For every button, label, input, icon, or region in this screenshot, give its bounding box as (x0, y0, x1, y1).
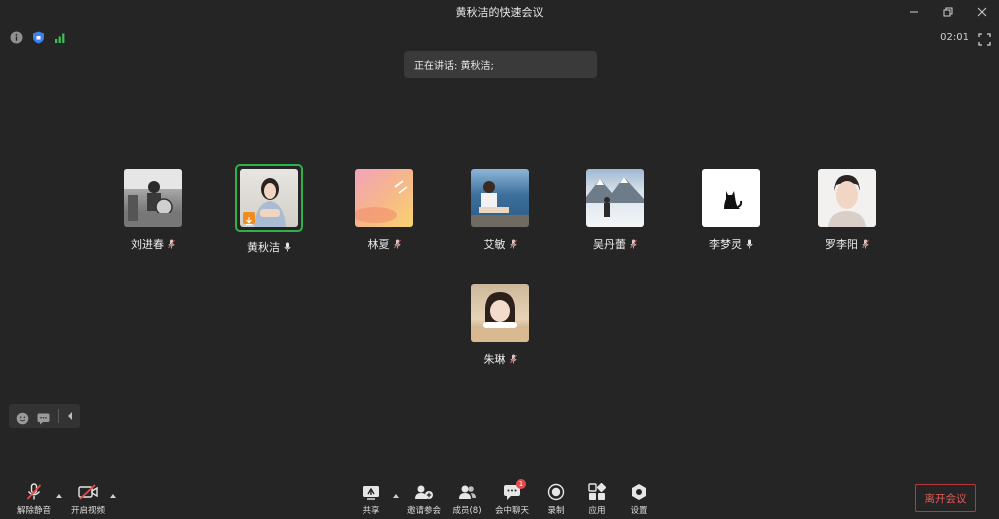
invite-label: 邀请参会 (406, 506, 441, 516)
participant-tile[interactable]: 罗李阳 (802, 169, 892, 252)
collapse-button[interactable] (67, 410, 75, 423)
avatar (471, 169, 529, 227)
restore-icon (943, 7, 953, 17)
divider (58, 409, 59, 423)
participant-name: 朱琳 (483, 353, 506, 366)
settings-label: 设置 (630, 506, 648, 516)
record-label: 录制 (547, 506, 565, 516)
fullscreen-button[interactable] (978, 31, 991, 46)
meeting-timer: 02:01 (940, 32, 969, 43)
chat-badge: 1 (516, 479, 526, 489)
gear-icon (628, 483, 650, 501)
mic-muted-icon (862, 239, 869, 249)
mic-icon (746, 239, 753, 249)
unmute-label: 解除静音 (16, 506, 51, 516)
chat-icon: 1 (501, 479, 526, 501)
close-icon (977, 7, 987, 17)
video-off-icon (77, 483, 99, 501)
participant-tile[interactable]: 林夏 (339, 169, 429, 252)
signal-icon[interactable] (54, 31, 67, 44)
minimize-icon (910, 11, 918, 13)
participant-name: 罗李阳 (825, 238, 858, 251)
chevron-left-icon (68, 412, 72, 420)
meeting-window: 黄秋洁的快速会议 02:01 正在讲话: 黄秋洁; 刘进春 黄秋洁 林夏 艾敏 … (0, 0, 999, 519)
participant-name: 艾敏 (483, 238, 506, 251)
participant-tile[interactable]: 刘进春 (108, 169, 198, 252)
video-options-caret[interactable] (110, 494, 116, 498)
mic-off-icon (23, 483, 45, 501)
leave-meeting-button[interactable]: 离开会议 (915, 484, 976, 512)
shield-icon[interactable] (32, 31, 45, 44)
invite-button[interactable]: 邀请参会 (401, 483, 447, 516)
mic-muted-icon (509, 239, 517, 249)
chat-bubble-icon (37, 413, 50, 424)
audio-options-caret[interactable] (56, 494, 62, 498)
active-speaker-frame (235, 164, 303, 232)
chat-bubble-button[interactable] (37, 410, 50, 424)
chat-label: 会中聊天 (494, 506, 529, 516)
status-icons (10, 31, 67, 44)
participant-tile[interactable]: 艾敏 (455, 169, 545, 252)
title-bar: 黄秋洁的快速会议 (0, 0, 999, 24)
mic-muted-icon (168, 239, 175, 249)
participant-tile[interactable]: 朱琳 (455, 284, 545, 367)
close-button[interactable] (965, 0, 999, 24)
participant-tile[interactable]: 黄秋洁 (224, 164, 314, 255)
settings-button[interactable]: 设置 (616, 483, 662, 516)
avatar (702, 169, 760, 227)
members-label: 成员(8) (452, 506, 482, 516)
start-video-button[interactable]: 开启视频 (65, 483, 111, 516)
share-options-caret[interactable] (393, 494, 399, 498)
members-button[interactable]: 成员(8) (444, 483, 490, 516)
participant-name: 刘进春 (131, 238, 164, 251)
members-icon (456, 483, 478, 501)
restore-button[interactable] (931, 0, 965, 24)
emoji-button[interactable] (16, 410, 29, 424)
speaking-text: 正在讲话: 黄秋洁; (414, 61, 494, 72)
window-controls (897, 0, 999, 24)
avatar (471, 284, 529, 342)
reaction-toolbar (9, 404, 80, 428)
mic-muted-icon (393, 239, 401, 249)
participant-name: 林夏 (367, 238, 390, 251)
unmute-button[interactable]: 解除静音 (11, 483, 57, 516)
share-label: 共享 (362, 506, 380, 516)
avatar (355, 169, 413, 227)
download-badge-icon (243, 212, 255, 226)
fullscreen-icon (978, 33, 991, 46)
share-button[interactable]: 共享 (348, 483, 394, 516)
add-user-icon (413, 483, 435, 501)
avatar (586, 169, 644, 227)
apps-button[interactable]: 应用 (574, 483, 620, 516)
mic-muted-icon (509, 354, 517, 364)
speaking-indicator: 正在讲话: 黄秋洁; (404, 51, 597, 78)
avatar (818, 169, 876, 227)
record-icon (545, 483, 567, 501)
apps-label: 应用 (588, 506, 606, 516)
video-label: 开启视频 (70, 506, 105, 516)
participant-name: 李梦灵 (709, 238, 742, 251)
apps-icon (586, 483, 608, 501)
participant-name: 黄秋洁 (247, 241, 280, 254)
minimize-button[interactable] (897, 0, 931, 24)
participant-tile[interactable]: 李梦灵 (686, 169, 776, 252)
avatar (240, 169, 298, 227)
record-button[interactable]: 录制 (533, 483, 579, 516)
mic-muted-icon (630, 239, 637, 249)
window-title: 黄秋洁的快速会议 (455, 6, 544, 19)
participant-tile[interactable]: 吴丹蕾 (570, 169, 660, 252)
emoji-icon (16, 412, 29, 424)
share-screen-icon (360, 483, 382, 501)
info-icon[interactable] (10, 31, 23, 44)
avatar (124, 169, 182, 227)
participant-name: 吴丹蕾 (593, 238, 626, 251)
mic-icon (284, 242, 291, 252)
chat-button[interactable]: 1 会中聊天 (489, 479, 535, 516)
